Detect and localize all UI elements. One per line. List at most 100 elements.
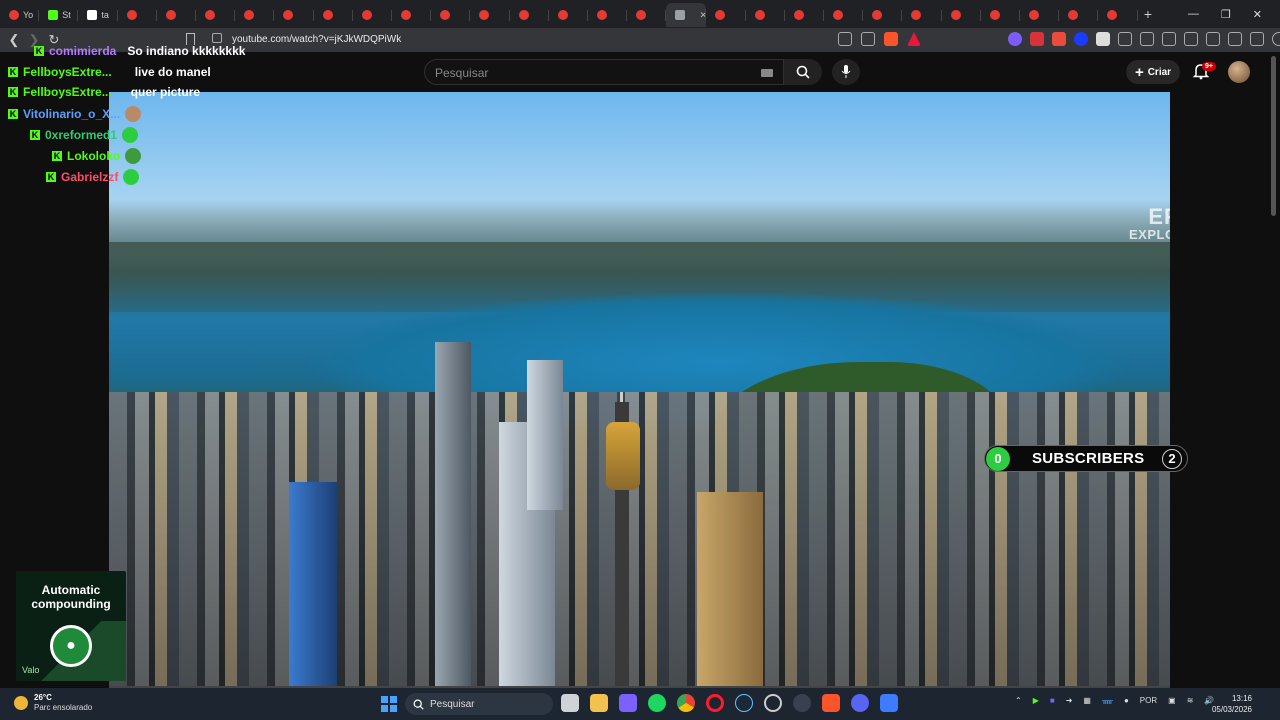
leo-ai-icon[interactable] xyxy=(1250,32,1264,46)
apps-icon[interactable] xyxy=(619,694,637,712)
vpn-icon[interactable] xyxy=(1272,32,1280,46)
browser-tab[interactable] xyxy=(824,3,864,27)
browser-tab[interactable] xyxy=(981,3,1021,27)
browser-tab[interactable] xyxy=(1059,3,1099,27)
new-tab-button[interactable]: + xyxy=(1138,6,1158,22)
tray-arrow-icon[interactable]: ➜ xyxy=(1066,696,1073,705)
promo-widget[interactable]: Automatic compounding ● Valo xyxy=(16,571,126,681)
browser-tab[interactable] xyxy=(470,3,510,27)
minimize-button[interactable]: — xyxy=(1188,8,1199,21)
tray-app-icon[interactable]: ■ xyxy=(1050,696,1055,705)
search-box[interactable]: Pesquisar xyxy=(424,59,784,85)
chat-username[interactable]: comimierda xyxy=(49,44,116,58)
opera-icon[interactable] xyxy=(706,694,724,712)
bluetooth-icon[interactable]: ᚅ xyxy=(1102,696,1113,705)
restore-button[interactable]: ❐ xyxy=(1221,8,1231,21)
search-input[interactable]: Pesquisar xyxy=(435,66,488,80)
browser-tab[interactable] xyxy=(1098,3,1138,27)
browser-tab[interactable] xyxy=(235,3,275,27)
brave-rewards-icon[interactable] xyxy=(907,32,921,46)
page-scrollbar[interactable] xyxy=(1271,56,1276,216)
windows-start-icon[interactable] xyxy=(381,696,397,712)
browser-tab[interactable] xyxy=(549,3,589,27)
chat-username[interactable]: 0xreformed1 xyxy=(45,128,117,142)
extension-icon[interactable] xyxy=(1030,32,1044,46)
site-info-icon[interactable] xyxy=(212,33,222,43)
cast-icon[interactable] xyxy=(838,32,852,46)
browser-tab[interactable] xyxy=(431,3,471,27)
spotify-icon[interactable] xyxy=(648,694,666,712)
browser-tab[interactable] xyxy=(785,3,825,27)
create-button[interactable]: + Criar xyxy=(1126,60,1180,84)
browser-tab[interactable] xyxy=(118,3,158,27)
steam-icon[interactable] xyxy=(735,694,753,712)
share-icon[interactable] xyxy=(861,32,875,46)
browser-tab[interactable]: ✕ xyxy=(666,3,707,27)
chat-username[interactable]: FellboysExtre... xyxy=(23,85,112,99)
browser-tab[interactable] xyxy=(588,3,628,27)
browser-tab[interactable] xyxy=(353,3,393,27)
browser-tab[interactable] xyxy=(706,3,746,27)
browser-tab[interactable] xyxy=(510,3,550,27)
keyboard-icon[interactable] xyxy=(761,69,773,77)
brave-icon[interactable] xyxy=(822,694,840,712)
mic-tray-icon[interactable]: ● xyxy=(1124,696,1129,705)
youtube-icon xyxy=(244,10,255,20)
avatar[interactable] xyxy=(1228,61,1250,83)
browser-tab[interactable]: ta xyxy=(78,3,118,27)
url-field[interactable]: youtube.com/watch?v=jKJkWDQPiWk xyxy=(232,34,401,45)
tray-grid-icon[interactable]: ▦ xyxy=(1083,696,1091,705)
chevron-up-icon[interactable]: ⌃ xyxy=(1015,696,1022,705)
extension-icon[interactable] xyxy=(1074,32,1088,46)
search-button[interactable] xyxy=(784,59,822,85)
chat-message: Kcomimierda So indiano kkkkkkkk xyxy=(34,44,245,58)
discord-icon[interactable] xyxy=(851,694,869,712)
chrome-icon[interactable] xyxy=(677,694,695,712)
extension-icon[interactable] xyxy=(1118,32,1132,46)
browser-tab[interactable] xyxy=(1020,3,1060,27)
browser-tab[interactable] xyxy=(196,3,236,27)
taskbar-search[interactable]: Pesquisar xyxy=(405,693,553,715)
video-player[interactable]: EPICTV EXPLORATIONS xyxy=(109,92,1170,688)
youtube-icon xyxy=(1107,10,1118,20)
browser-tab[interactable] xyxy=(863,3,903,27)
monitor-icon[interactable]: ▣ xyxy=(1168,696,1176,705)
browser-tab[interactable]: St xyxy=(39,3,79,27)
browser-tab[interactable] xyxy=(902,3,942,27)
chat-username[interactable]: Vitolinario_o_X... xyxy=(23,107,120,121)
browser-tab[interactable] xyxy=(942,3,982,27)
browser-tab[interactable] xyxy=(627,3,667,27)
wifi-icon[interactable]: ≋ xyxy=(1187,696,1194,705)
browser-tab[interactable]: Yo xyxy=(0,3,40,27)
back-button[interactable]: ❮ xyxy=(4,32,24,48)
close-window-button[interactable]: ✕ xyxy=(1253,8,1262,21)
browser-tab[interactable] xyxy=(392,3,432,27)
copy-icon[interactable] xyxy=(1228,32,1242,46)
settings-icon[interactable] xyxy=(764,694,782,712)
media-icon[interactable] xyxy=(793,694,811,712)
browser-tab[interactable] xyxy=(274,3,314,27)
sidebar-icon[interactable] xyxy=(1184,32,1198,46)
chat-emote-icon xyxy=(125,106,142,122)
music-icon[interactable] xyxy=(1162,32,1176,46)
voice-search-button[interactable] xyxy=(832,59,860,85)
weather-widget[interactable]: 26°C Parc ensolarado xyxy=(14,693,92,713)
chat-username[interactable]: FellboysExtre... xyxy=(23,65,112,79)
app-icon[interactable] xyxy=(880,694,898,712)
file-explorer-icon[interactable] xyxy=(590,694,608,712)
extension-icon[interactable] xyxy=(1140,32,1154,46)
taskbar-clock[interactable]: 13:16 05/03/2026 xyxy=(1208,693,1252,715)
extension-icon[interactable] xyxy=(1096,32,1110,46)
tray-play-icon[interactable]: ▶ xyxy=(1033,696,1039,705)
browser-tab[interactable] xyxy=(157,3,197,27)
browser-tab[interactable] xyxy=(314,3,354,27)
language-indicator[interactable]: POR xyxy=(1140,696,1157,705)
brave-shield-icon[interactable] xyxy=(884,32,898,46)
chat-username[interactable]: Gabrielzzf xyxy=(61,170,118,184)
extension-icon[interactable] xyxy=(1008,32,1022,46)
extension-icon[interactable] xyxy=(1052,32,1066,46)
wallet-icon[interactable] xyxy=(1206,32,1220,46)
chat-username[interactable]: Lokoloko xyxy=(67,149,120,163)
task-view-icon[interactable] xyxy=(561,694,579,712)
browser-tab[interactable] xyxy=(746,3,786,27)
